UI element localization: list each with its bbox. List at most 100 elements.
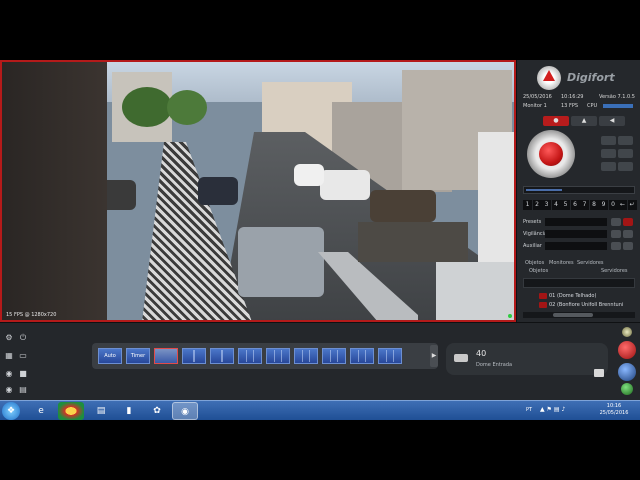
camera-tool-icon[interactable]: ◉	[4, 385, 14, 395]
subtab-servidores[interactable]: Servidores	[601, 268, 628, 274]
num-key[interactable]: 7	[580, 200, 589, 210]
taskbar-clock[interactable]: 10:16 25/05/2016	[596, 403, 632, 417]
layout-icon[interactable]: ▦	[4, 351, 14, 361]
layout-1x1-button[interactable]	[154, 348, 178, 364]
tray-volume-icon[interactable]: ♪	[561, 406, 565, 413]
speaker-mode-button[interactable]: ◀	[599, 116, 625, 126]
vigilancia-play-button[interactable]	[611, 230, 621, 238]
num-key[interactable]: 1	[523, 200, 532, 210]
monitor-icon[interactable]: ▭	[18, 351, 28, 361]
settings-icon[interactable]: ⚙	[4, 333, 14, 343]
group-mode-button[interactable]: ▲	[571, 116, 597, 126]
presets-go-button[interactable]	[623, 218, 633, 226]
zoom-out-button[interactable]	[618, 136, 633, 145]
tab-monitores[interactable]: Monitores	[549, 260, 574, 266]
auxiliar-select[interactable]	[545, 242, 607, 250]
layout-4x4-button[interactable]	[294, 348, 318, 364]
auxiliar-label: Auxiliar	[523, 243, 542, 249]
focus-far-button[interactable]	[618, 149, 633, 158]
ptz-joystick-knob[interactable]	[539, 142, 563, 166]
ptz-speed-slider[interactable]	[523, 186, 635, 194]
layout-2x2-button[interactable]	[182, 348, 206, 364]
layout-5x5-button[interactable]	[350, 348, 374, 364]
num-key-backspace[interactable]: ←	[618, 200, 627, 210]
layout-2x2b-button[interactable]	[210, 348, 234, 364]
layout-auto-button[interactable]: Auto	[98, 348, 122, 364]
explorer-taskbar-icon[interactable]: ▤	[88, 402, 114, 420]
clock-time: 10:16	[606, 403, 622, 409]
auxiliar-on-button[interactable]	[611, 242, 621, 250]
num-key[interactable]: 5	[561, 200, 570, 210]
video-tree	[122, 87, 172, 127]
live-video-view[interactable]: 15 FPS @ 1280x720	[0, 60, 516, 322]
vigilancia-select[interactable]	[545, 230, 607, 238]
eye-icon[interactable]: ◉	[4, 369, 14, 379]
num-key[interactable]: 3	[542, 200, 551, 210]
camera-tree-label: 02 (Bonfiore Unifoll Brenntuni	[549, 302, 624, 308]
iris-close-button[interactable]	[618, 162, 633, 171]
num-key[interactable]: 8	[589, 200, 599, 210]
num-key[interactable]: 0	[608, 200, 618, 210]
presets-label: Presets	[523, 219, 542, 225]
subtab-objetos[interactable]: Objetos	[529, 268, 548, 274]
grid-icon	[324, 350, 344, 362]
view-mode-buttons: ● ▲ ◀	[543, 116, 629, 126]
status-cpu: CPU	[587, 103, 598, 109]
layout-4x4b-button[interactable]	[322, 348, 346, 364]
iris-open-button[interactable]	[601, 162, 616, 171]
tab-objetos[interactable]: Objetos	[525, 260, 544, 266]
layout-next-button[interactable]: ▶	[430, 345, 438, 367]
digifort-taskbar-icon[interactable]: ◉	[172, 402, 198, 420]
num-key[interactable]: 2	[532, 200, 542, 210]
presets-add-button[interactable]	[611, 218, 621, 226]
camera-tree-item[interactable]: 01 (Dome Telhado)	[523, 292, 635, 301]
playback-orb-icon[interactable]	[618, 363, 636, 381]
scrollbar-thumb[interactable]	[553, 313, 593, 317]
presets-row: Presets	[523, 218, 635, 227]
tray-up-arrow-icon[interactable]: ▲	[540, 406, 545, 413]
ptz-zoom-buttons	[601, 136, 635, 176]
record-orb-icon[interactable]	[618, 341, 636, 359]
cmd-taskbar-icon[interactable]: ▮	[116, 402, 142, 420]
grid-icon	[212, 350, 232, 362]
tab-servidores[interactable]: Servidores	[577, 260, 604, 266]
document-icon[interactable]: ▤	[18, 385, 28, 395]
camera-tree-label: 01 (Dome Telhado)	[549, 293, 597, 299]
language-indicator[interactable]: PT	[526, 407, 532, 413]
num-key[interactable]: 4	[551, 200, 561, 210]
grid-icon	[380, 350, 400, 362]
camera-mode-button[interactable]: ●	[543, 116, 569, 126]
num-key[interactable]: 9	[599, 200, 608, 210]
num-key-enter[interactable]: ↵	[627, 200, 637, 210]
camera-panel-button[interactable]	[594, 369, 604, 377]
app-taskbar-icon[interactable]: ✿	[144, 402, 170, 420]
tray-network-icon[interactable]: ▤	[554, 406, 560, 413]
zoom-in-button[interactable]	[601, 136, 616, 145]
video-car	[294, 164, 324, 186]
layout-6x6-button[interactable]	[378, 348, 402, 364]
ie-taskbar-icon[interactable]: e	[28, 402, 54, 420]
object-search-input[interactable]	[523, 278, 635, 288]
vigilancia-stop-button[interactable]	[623, 230, 633, 238]
num-key[interactable]: 6	[570, 200, 580, 210]
chrome-taskbar-icon[interactable]	[58, 402, 84, 420]
bulb-icon[interactable]	[622, 327, 632, 337]
layout-3x3-button[interactable]	[238, 348, 262, 364]
focus-near-button[interactable]	[601, 149, 616, 158]
tree-horizontal-scrollbar[interactable]	[523, 312, 635, 318]
tray-flag-icon[interactable]: ⚑	[547, 406, 552, 413]
layout-timer-button[interactable]: Timer	[126, 348, 150, 364]
number-pad: 1 2 3 4 5 6 7 8 9 0 ← ↵	[523, 200, 637, 212]
auxiliar-off-button[interactable]	[623, 242, 633, 250]
video-car	[320, 170, 370, 200]
lock-icon[interactable]: ■	[18, 369, 28, 379]
power-icon[interactable]: ⏻	[18, 333, 28, 343]
camera-icon	[454, 354, 468, 362]
layout-3x3b-button[interactable]	[266, 348, 290, 364]
camera-icon	[539, 302, 547, 308]
refresh-orb-icon[interactable]	[621, 383, 633, 395]
presets-select[interactable]	[545, 218, 607, 226]
start-button[interactable]: ❖	[2, 402, 20, 420]
camera-tree-item[interactable]: 02 (Bonfiore Unifoll Brenntuni	[523, 301, 635, 310]
selected-camera-panel: 40 Dome Entrada	[446, 343, 608, 375]
